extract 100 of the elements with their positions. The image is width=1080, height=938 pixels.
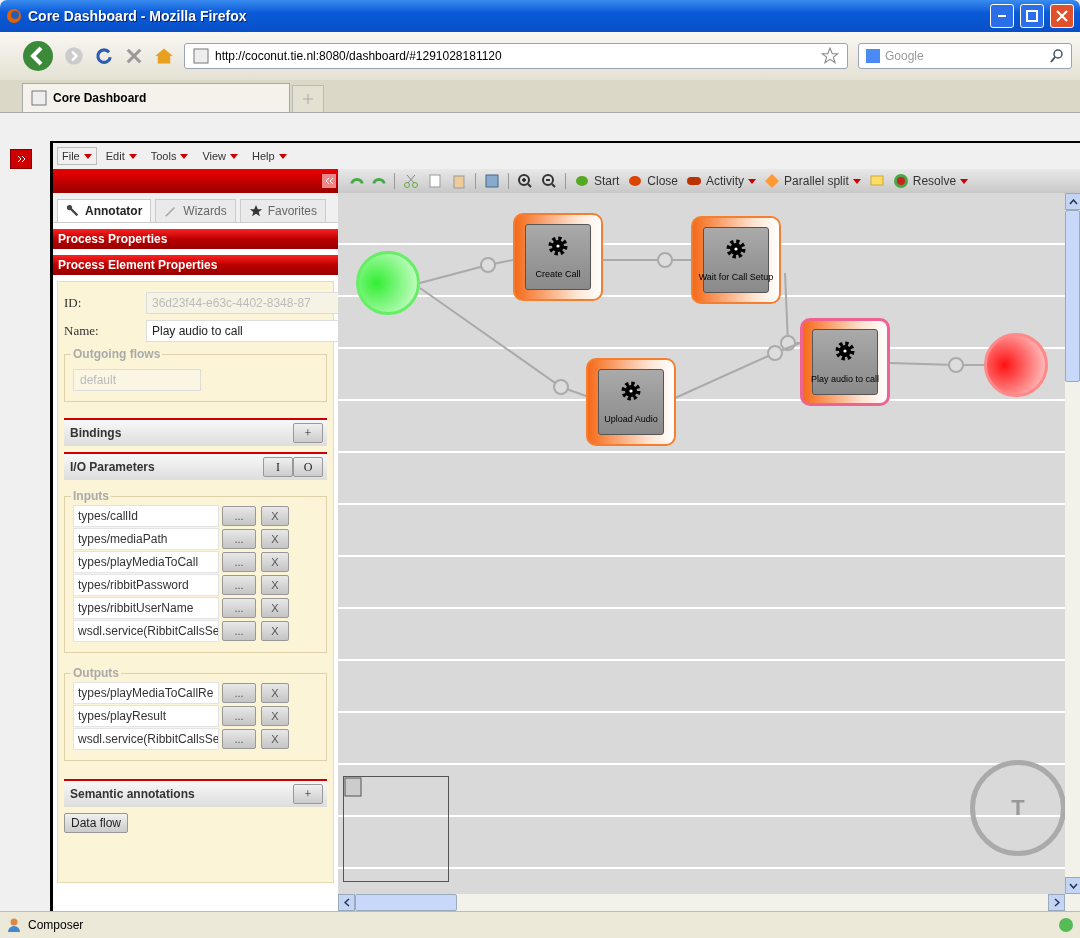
caret-icon[interactable] — [960, 178, 969, 184]
browse-button[interactable]: ... — [222, 683, 256, 703]
parameter-field[interactable]: types/playMediaToCall — [73, 551, 219, 573]
add-button[interactable]: + — [293, 423, 323, 443]
redo-icon — [372, 176, 386, 186]
browse-button[interactable]: ... — [222, 529, 256, 549]
task-node[interactable]: Upload Audio — [586, 358, 676, 446]
parameter-field[interactable]: types/ribbitUserName — [73, 597, 219, 619]
panel-tab[interactable]: Annotator — [57, 199, 152, 222]
io-button[interactable]: I — [263, 457, 293, 477]
browse-button[interactable]: ... — [222, 621, 256, 641]
io-button[interactable]: O — [293, 457, 323, 477]
vertical-scrollbar[interactable] — [1065, 193, 1080, 894]
undo-icon — [350, 176, 364, 186]
field-label: Name: — [64, 323, 100, 339]
page-icon — [193, 48, 209, 64]
parameter-field[interactable]: wsdl.service(RibbitCallsSe — [73, 620, 219, 642]
search-engine-icon — [865, 48, 881, 64]
close-icon — [1056, 10, 1068, 22]
section-header[interactable]: Process Properties — [53, 229, 338, 249]
bindings-title: Bindings — [70, 426, 122, 440]
remove-button[interactable]: X — [261, 529, 289, 549]
add-button[interactable]: + — [293, 784, 323, 804]
remove-button[interactable]: X — [261, 552, 289, 572]
double-chevron-icon — [16, 155, 26, 163]
parameter-field[interactable]: types/playResult — [73, 705, 219, 727]
remove-button[interactable]: X — [261, 575, 289, 595]
forward-icon — [64, 46, 84, 66]
browse-button[interactable]: ... — [222, 506, 256, 526]
menu-item[interactable]: File — [57, 147, 97, 165]
browse-button[interactable]: ... — [222, 552, 256, 572]
data-flow-button[interactable]: Data flow — [64, 813, 129, 833]
remove-button[interactable]: X — [261, 706, 289, 726]
parameter-field[interactable]: types/playMediaToCallRe — [73, 682, 219, 704]
section-header[interactable]: Process Element Properties — [53, 255, 338, 275]
connector-line[interactable] — [419, 257, 514, 284]
minimap[interactable] — [343, 776, 449, 882]
tool-button[interactable]: Close — [627, 173, 679, 189]
resolve-icon — [892, 173, 909, 189]
new-tab-button[interactable] — [292, 85, 324, 112]
double-chevron-icon — [324, 177, 334, 185]
star-icon — [248, 204, 263, 218]
paste-icon — [451, 173, 467, 189]
panel-tab[interactable]: Favorites — [239, 199, 327, 222]
name-field[interactable]: Play audio to call — [146, 320, 339, 342]
collapse-button[interactable] — [322, 174, 336, 188]
parameter-field[interactable]: wsdl.service(RibbitCallsSe — [73, 728, 219, 750]
connector-line[interactable] — [674, 342, 801, 399]
task-label: Upload Audio — [604, 414, 658, 424]
reload-icon — [94, 46, 114, 66]
group-title: Outputs — [71, 666, 121, 680]
status-text: Composer — [28, 918, 85, 932]
task-label: Create Call — [535, 269, 581, 279]
maximize-icon — [1026, 10, 1038, 22]
tool-button[interactable]: Resolve — [892, 173, 969, 189]
address-field[interactable]: http://coconut.tie.nl:8080/dashboard/#1291028181120 — [184, 43, 848, 69]
caret-icon[interactable] — [748, 178, 757, 184]
parameter-field[interactable]: types/ribbitPassword — [73, 574, 219, 596]
menu-item[interactable]: Edit — [100, 147, 142, 165]
tool-button[interactable]: Activity — [686, 173, 757, 189]
menu-item[interactable]: Tools — [145, 147, 194, 165]
browse-button[interactable]: ... — [222, 598, 256, 618]
scroll-thumb[interactable] — [1065, 210, 1080, 382]
gear-icon — [547, 235, 569, 257]
tool-button[interactable]: Start — [574, 173, 620, 189]
remove-button[interactable]: X — [261, 506, 289, 526]
connector-line[interactable] — [419, 287, 587, 397]
browser-tab[interactable]: Core Dashboard — [22, 83, 290, 112]
expand-button[interactable] — [10, 149, 32, 169]
remove-button[interactable]: X — [261, 683, 289, 703]
scroll-thumb[interactable] — [355, 894, 457, 911]
tool-button[interactable]: Parallel split — [764, 173, 861, 189]
menu-item[interactable]: Help — [247, 147, 292, 165]
minimize-button[interactable] — [990, 4, 1014, 28]
field-label: ID: — [64, 295, 83, 311]
panel-tab[interactable]: Wizards — [155, 199, 236, 222]
io-title: I/O Parameters — [70, 460, 155, 474]
horizontal-scrollbar[interactable] — [338, 894, 1080, 911]
caret-icon[interactable] — [852, 178, 861, 184]
remove-button[interactable]: X — [261, 598, 289, 618]
plus-icon — [303, 94, 313, 104]
connector-line[interactable] — [602, 252, 692, 268]
remove-button[interactable]: X — [261, 621, 289, 641]
gear-icon — [620, 380, 642, 402]
parameter-field[interactable]: types/mediaPath — [73, 528, 219, 550]
browse-button[interactable]: ... — [222, 729, 256, 749]
browse-button[interactable]: ... — [222, 575, 256, 595]
stop-icon — [124, 46, 144, 66]
search-placeholder: Google — [885, 49, 925, 63]
back-icon — [22, 40, 54, 72]
browse-button[interactable]: ... — [222, 706, 256, 726]
maximize-button[interactable] — [1020, 4, 1044, 28]
menu-item[interactable]: View — [197, 147, 244, 165]
remove-button[interactable]: X — [261, 729, 289, 749]
close-button[interactable] — [1050, 4, 1074, 28]
connector-line[interactable] — [780, 272, 801, 351]
close-icon — [627, 173, 644, 189]
connector-line[interactable] — [889, 357, 985, 373]
task-node[interactable]: Create Call — [513, 213, 603, 301]
parameter-field[interactable]: types/callId — [73, 505, 219, 527]
